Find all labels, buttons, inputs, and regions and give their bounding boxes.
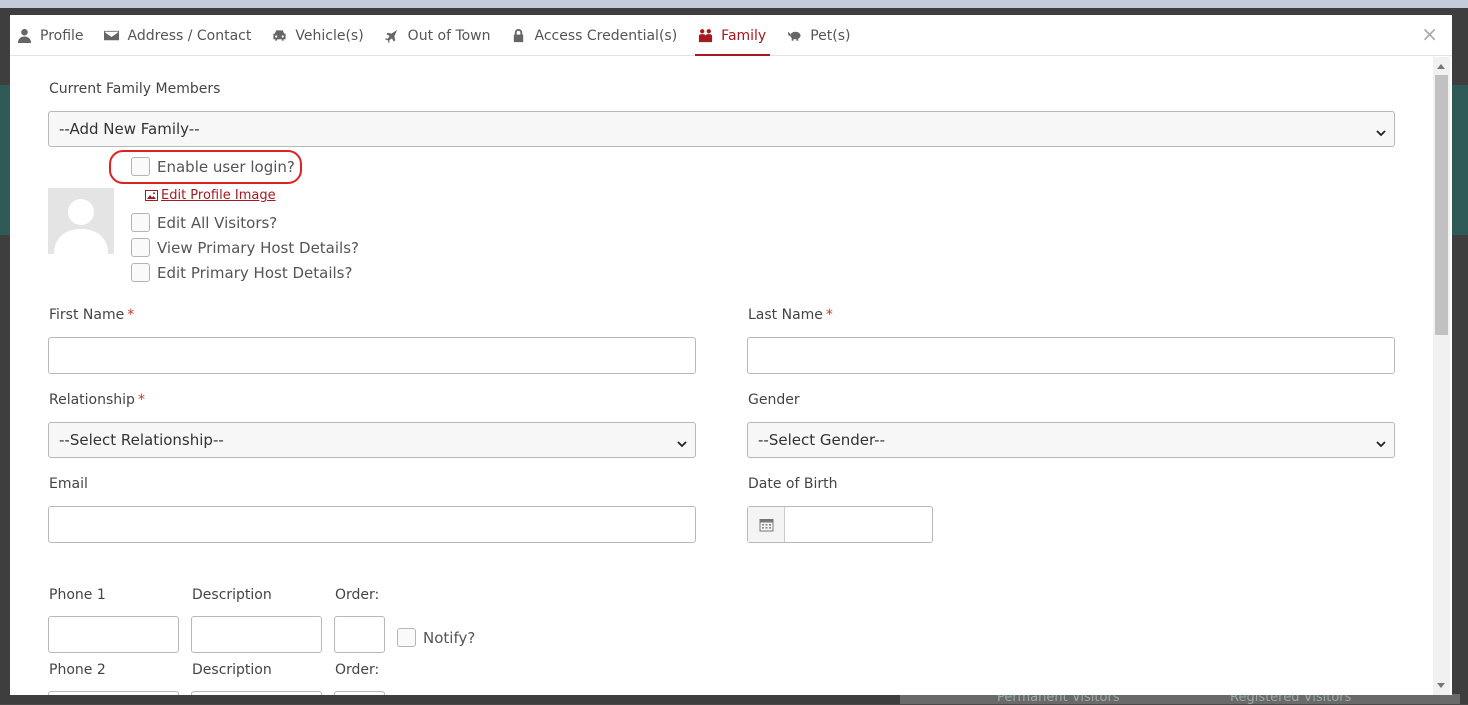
tab-label: Profile (40, 27, 84, 44)
close-button[interactable]: × (1421, 24, 1438, 44)
view-primary-host-checkbox[interactable]: View Primary Host Details? (131, 238, 359, 257)
backdrop-panel-right (1452, 85, 1468, 235)
label-text: Last Name (748, 307, 823, 323)
backdrop-footer: Permanent Visitors Registered Visitors (900, 690, 1460, 705)
checkbox-box[interactable] (131, 263, 150, 282)
modal-tabs: Profile Address / Contact Vehicle(s) Out… (10, 15, 1452, 56)
relationship-select[interactable]: --Select Relationship-- (48, 422, 696, 458)
description1-label: Description (192, 587, 272, 603)
order1-label: Order: (335, 587, 380, 603)
tab-family[interactable]: Family (691, 15, 778, 56)
label-text: Relationship (49, 392, 135, 408)
dob-input[interactable] (747, 506, 933, 543)
tab-label: Access Credential(s) (534, 27, 678, 44)
edit-profile-image-link[interactable]: Edit Profile Image (145, 188, 276, 203)
scroll-down-icon[interactable] (1437, 683, 1445, 688)
checkbox-label: Edit All Visitors? (157, 213, 278, 232)
edit-all-visitors-checkbox[interactable]: Edit All Visitors? (131, 213, 277, 232)
chevron-down-icon (1376, 435, 1386, 448)
email-input[interactable] (48, 506, 696, 543)
edit-primary-host-checkbox[interactable]: Edit Primary Host Details? (131, 263, 352, 282)
first-name-input[interactable] (48, 337, 696, 374)
plane-icon (384, 28, 400, 44)
order2-label: Order: (335, 662, 380, 678)
tab-vehicles[interactable]: Vehicle(s) (265, 15, 375, 56)
family-members-select[interactable]: --Add New Family-- (48, 111, 1395, 147)
gender-select[interactable]: --Select Gender-- (747, 422, 1395, 458)
tab-label: Family (721, 27, 767, 44)
phone2-label: Phone 2 (49, 662, 106, 678)
scroll-up-icon[interactable] (1437, 64, 1445, 69)
checkbox-label: View Primary Host Details? (157, 238, 359, 257)
gender-label: Gender (748, 392, 800, 408)
select-value: --Add New Family-- (59, 120, 200, 138)
modal-scrollbar[interactable] (1433, 57, 1450, 695)
tab-address-contact[interactable]: Address / Contact (98, 15, 264, 56)
relationship-label: Relationship * (49, 392, 145, 408)
family-icon (697, 28, 713, 44)
notify-checkbox[interactable]: Notify? (397, 628, 475, 647)
tab-label: Out of Town (407, 27, 491, 44)
checkbox-box[interactable] (131, 213, 150, 232)
checkbox-box[interactable] (131, 238, 150, 257)
tab-out-of-town[interactable]: Out of Town (378, 15, 503, 56)
tab-label: Vehicle(s) (295, 27, 364, 44)
label-text: First Name (49, 307, 125, 323)
description1-input[interactable] (191, 616, 322, 653)
car-icon (271, 28, 287, 44)
last-name-input[interactable] (747, 337, 1395, 374)
envelope-icon (104, 28, 120, 44)
tab-access-credentials[interactable]: Access Credential(s) (505, 15, 690, 56)
scrollbar-thumb[interactable] (1435, 75, 1448, 335)
required-mark: * (137, 392, 145, 408)
last-name-label: Last Name * (748, 307, 833, 323)
required-mark: * (825, 307, 833, 323)
backdrop-panel-left (0, 85, 10, 235)
lock-icon (511, 28, 527, 44)
edit-profile-image-label: Edit Profile Image (161, 188, 276, 203)
tab-label: Address / Contact (127, 27, 252, 44)
calendar-icon[interactable] (748, 507, 785, 542)
chevron-down-icon (677, 435, 687, 448)
image-icon (145, 190, 158, 201)
email-label: Email (49, 476, 88, 492)
select-value: --Select Gender-- (758, 431, 886, 449)
select-value: --Select Relationship-- (59, 431, 224, 449)
pet-icon (786, 28, 802, 44)
user-icon (16, 28, 32, 44)
annotation-highlight (109, 150, 302, 184)
family-members-label: Current Family Members (49, 81, 221, 97)
description2-label: Description (192, 662, 272, 678)
phone1-input[interactable] (48, 616, 179, 653)
tab-label: Pet(s) (810, 27, 851, 44)
dob-label: Date of Birth (748, 476, 838, 492)
family-modal: Profile Address / Contact Vehicle(s) Out… (10, 15, 1452, 695)
window-top-strip (0, 0, 1468, 8)
checkbox-label: Edit Primary Host Details? (157, 263, 353, 282)
first-name-label: First Name * (49, 307, 134, 323)
phone2-input[interactable] (48, 691, 179, 695)
description2-input[interactable] (191, 691, 322, 695)
order1-input[interactable] (334, 616, 385, 653)
checkbox-label: Notify? (423, 628, 476, 647)
tab-pets[interactable]: Pet(s) (780, 15, 862, 56)
avatar (48, 188, 114, 254)
required-mark: * (127, 307, 135, 323)
order2-input[interactable] (334, 691, 385, 695)
checkbox-box[interactable] (397, 628, 416, 647)
tab-profile[interactable]: Profile (10, 15, 96, 56)
chevron-down-icon (1376, 124, 1386, 137)
phone1-label: Phone 1 (49, 587, 106, 603)
